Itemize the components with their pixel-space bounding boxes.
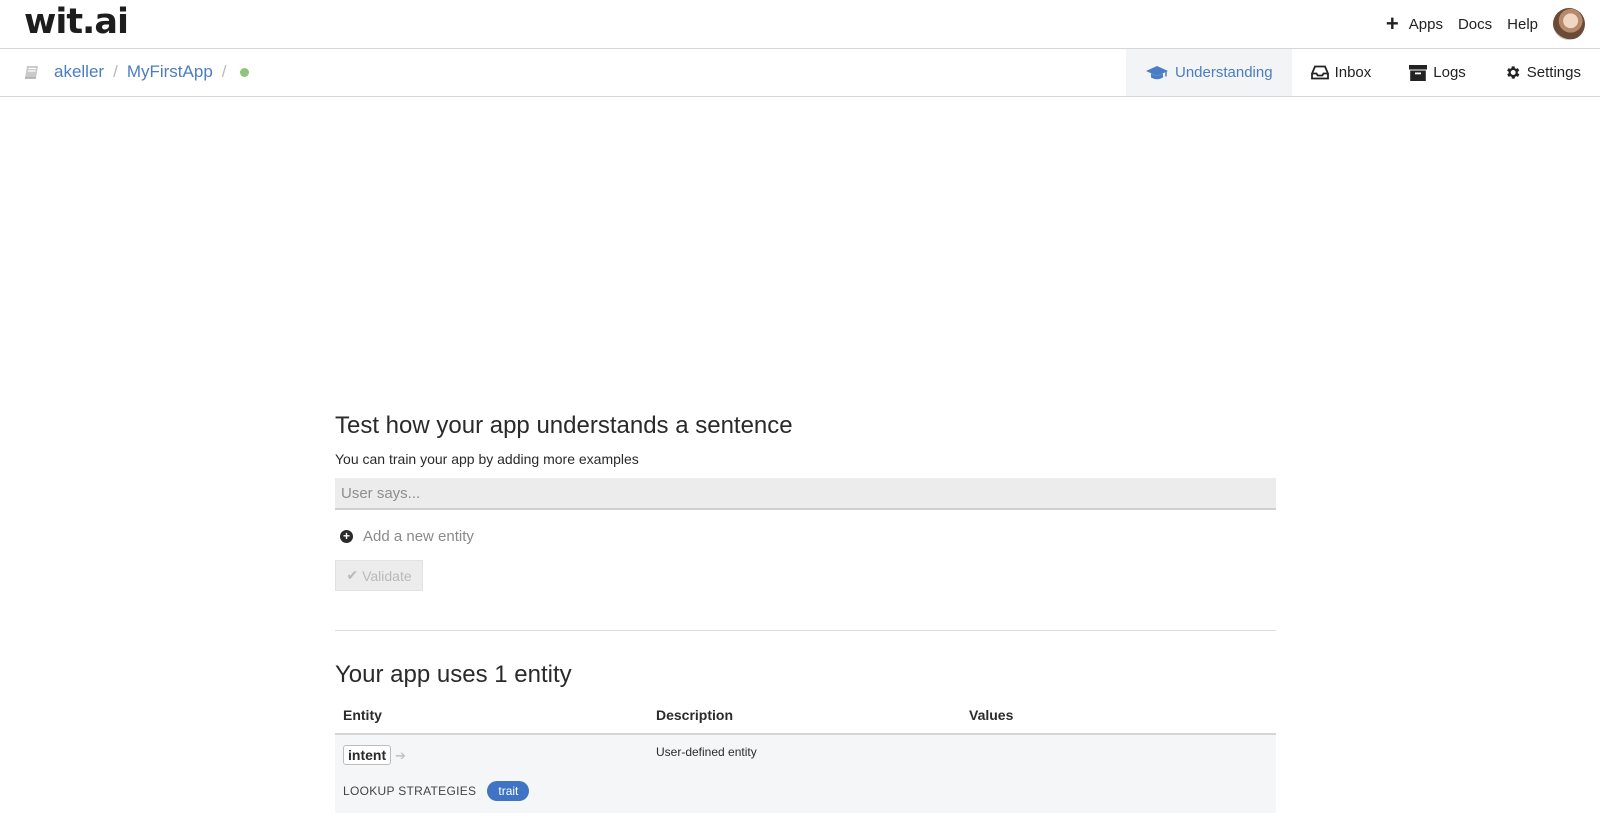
column-header-description: Description bbox=[648, 707, 961, 735]
nav-apps[interactable]: Apps bbox=[1409, 16, 1443, 33]
entity-name-chip[interactable]: intent bbox=[343, 745, 392, 765]
lookup-strategies: LOOKUP STRATEGIES trait bbox=[343, 781, 640, 801]
wit-ai-logo[interactable]: wit.ai bbox=[24, 2, 129, 42]
lookup-strategies-label: LOOKUP STRATEGIES bbox=[343, 784, 477, 798]
tab-understanding[interactable]: Understanding bbox=[1125, 49, 1292, 96]
table-row[interactable]: intent ➔ LOOKUP STRATEGIES trait User-def… bbox=[335, 734, 1276, 813]
breadcrumb-separator: / bbox=[221, 62, 227, 81]
entities-section-title: Your app uses 1 entity bbox=[335, 661, 572, 688]
breadcrumb: akeller / MyFirstApp / bbox=[24, 62, 249, 82]
book-icon bbox=[25, 65, 38, 79]
user-avatar[interactable] bbox=[1553, 8, 1585, 40]
arrow-right-icon[interactable]: ➔ bbox=[395, 748, 406, 763]
tab-understanding-label: Understanding bbox=[1174, 64, 1273, 81]
tab-logs-label: Logs bbox=[1433, 64, 1466, 81]
breadcrumb-separator: / bbox=[113, 62, 118, 81]
archive-icon bbox=[1409, 64, 1428, 81]
plus-icon[interactable]: + bbox=[1386, 13, 1399, 35]
gear-icon bbox=[1506, 66, 1520, 79]
tab-inbox[interactable]: Inbox bbox=[1292, 49, 1391, 96]
user-says-input[interactable] bbox=[335, 478, 1276, 510]
tab-logs[interactable]: Logs bbox=[1390, 49, 1485, 96]
column-header-entity: Entity bbox=[335, 707, 648, 735]
section-divider bbox=[335, 630, 1276, 631]
graduation-cap-icon bbox=[1145, 65, 1168, 79]
nav-help[interactable]: Help bbox=[1507, 16, 1538, 33]
entity-cell: intent ➔ LOOKUP STRATEGIES trait bbox=[335, 734, 648, 813]
app-tabs: Understanding Inbox Logs Settings bbox=[1125, 49, 1600, 96]
trait-badge[interactable]: trait bbox=[487, 781, 530, 801]
check-icon: ✔ bbox=[346, 567, 359, 583]
tab-settings[interactable]: Settings bbox=[1485, 49, 1600, 96]
app-subbar: akeller / MyFirstApp / Understanding Inb… bbox=[0, 49, 1600, 97]
top-nav: + Apps Docs Help bbox=[1386, 8, 1585, 40]
validate-label: Validate bbox=[362, 567, 412, 584]
values-cell bbox=[961, 734, 1276, 813]
description-cell: User-defined entity bbox=[648, 734, 961, 813]
add-entity-link[interactable]: + Add a new entity bbox=[340, 528, 1276, 545]
add-entity-label: Add a new entity bbox=[363, 528, 474, 545]
breadcrumb-user[interactable]: akeller bbox=[54, 62, 104, 82]
tab-inbox-label: Inbox bbox=[1334, 64, 1372, 81]
inbox-icon bbox=[1310, 65, 1329, 80]
test-section-subtitle: You can train your app by adding more ex… bbox=[335, 451, 639, 467]
plus-circle-icon: + bbox=[340, 530, 353, 543]
tab-settings-label: Settings bbox=[1526, 64, 1581, 81]
validate-button[interactable]: ✔ Validate bbox=[335, 560, 423, 591]
entities-table: Entity Description Values intent ➔ LOOKUP… bbox=[335, 707, 1276, 813]
understanding-panel: Test how your app understands a sentence… bbox=[335, 412, 1276, 813]
column-header-values: Values bbox=[961, 707, 1276, 735]
top-bar: wit.ai + Apps Docs Help bbox=[0, 0, 1600, 49]
app-status-dot bbox=[239, 67, 249, 77]
nav-docs[interactable]: Docs bbox=[1458, 16, 1492, 33]
test-section-title: Test how your app understands a sentence bbox=[335, 412, 793, 439]
table-header-row: Entity Description Values bbox=[335, 707, 1276, 735]
breadcrumb-app[interactable]: MyFirstApp bbox=[127, 62, 213, 82]
